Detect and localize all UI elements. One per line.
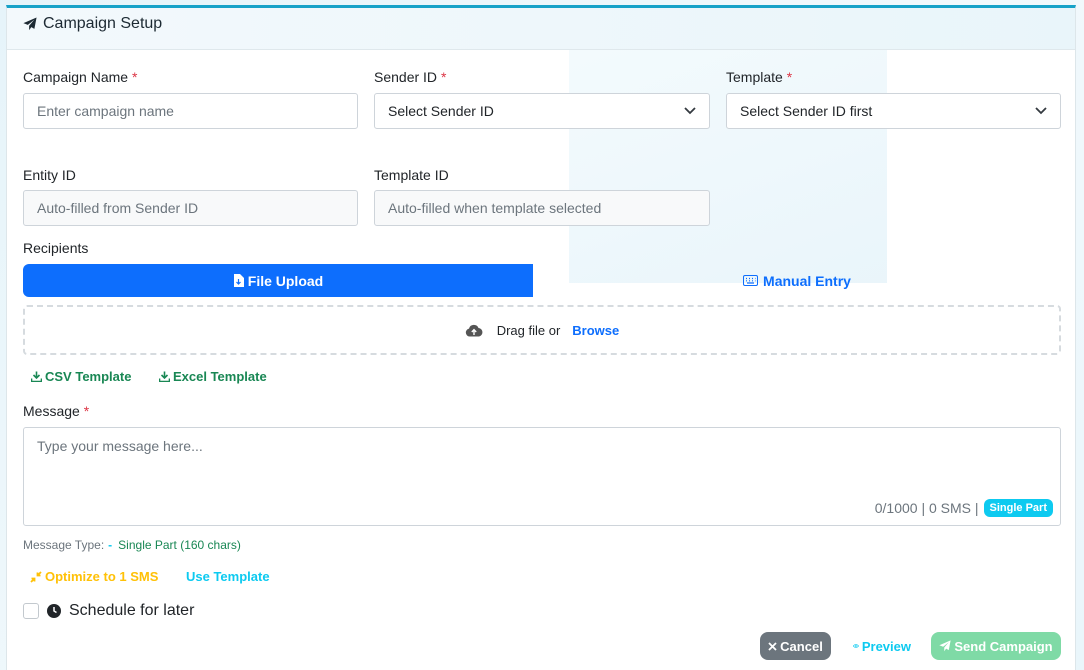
clock-icon bbox=[47, 604, 61, 618]
file-dropzone[interactable]: Drag file or Browse bbox=[23, 305, 1061, 355]
card-header: Campaign Setup bbox=[7, 8, 1075, 50]
template-id-field: Auto-filled when template selected bbox=[374, 190, 710, 226]
sender-id-select[interactable]: Select Sender ID bbox=[374, 93, 710, 129]
tab-file-upload-label: File Upload bbox=[247, 272, 324, 289]
excel-template-link[interactable]: Excel Template bbox=[159, 369, 267, 384]
paper-plane-icon bbox=[23, 17, 37, 31]
campaign-name-input[interactable]: Enter campaign name bbox=[23, 93, 358, 129]
use-template-link[interactable]: Use Template bbox=[186, 569, 270, 584]
optimize-sms-label: Optimize to 1 SMS bbox=[45, 569, 159, 584]
entity-id-placeholder: Auto-filled from Sender ID bbox=[37, 200, 199, 216]
required-marker: * bbox=[131, 69, 138, 85]
message-label-text: Message bbox=[23, 403, 80, 419]
sender-id-label: Sender ID * bbox=[374, 69, 446, 85]
required-marker: * bbox=[786, 69, 793, 85]
message-type-value: Single Part (160 chars) bbox=[118, 538, 241, 552]
message-label: Message * bbox=[23, 403, 89, 419]
compress-arrows-icon bbox=[30, 570, 42, 583]
tab-manual-entry-label: Manual Entry bbox=[763, 272, 851, 289]
chevron-down-icon bbox=[684, 107, 696, 115]
csv-template-link[interactable]: CSV Template bbox=[31, 369, 131, 384]
template-label: Template * bbox=[726, 69, 792, 85]
message-type-dash: - bbox=[108, 538, 113, 552]
required-marker: * bbox=[440, 69, 447, 85]
preview-button[interactable]: Preview bbox=[845, 632, 919, 660]
page-title: Campaign Setup bbox=[23, 15, 162, 33]
schedule-checkbox[interactable] bbox=[23, 603, 39, 619]
download-icon bbox=[31, 371, 42, 382]
close-icon bbox=[768, 641, 777, 651]
chevron-down-icon bbox=[1035, 107, 1047, 115]
schedule-label-text: Schedule for later bbox=[69, 602, 195, 619]
tab-file-upload[interactable]: File Upload bbox=[23, 264, 533, 297]
campaign-name-label: Campaign Name * bbox=[23, 69, 137, 85]
message-type-line: Message Type: - Single Part (160 chars) bbox=[23, 538, 241, 552]
excel-template-label: Excel Template bbox=[173, 369, 267, 384]
required-marker: * bbox=[83, 403, 90, 419]
message-part-badge: Single Part bbox=[983, 499, 1053, 517]
keyboard-icon bbox=[743, 275, 759, 286]
schedule-label: Schedule for later bbox=[47, 602, 194, 620]
template-id-placeholder: Auto-filled when template selected bbox=[388, 200, 602, 216]
template-select[interactable]: Select Sender ID first bbox=[726, 93, 1061, 129]
recipients-label: Recipients bbox=[23, 240, 89, 256]
eye-icon bbox=[853, 644, 859, 648]
message-type-label: Message Type: bbox=[23, 538, 105, 552]
message-counter: 0/1000 | 0 SMS | Single Part bbox=[875, 499, 1053, 517]
dropzone-text: Drag file or bbox=[496, 322, 561, 338]
char-sms-count: 0/1000 | 0 SMS | bbox=[874, 500, 979, 516]
message-textarea[interactable]: Type your message here... 0/1000 | 0 SMS… bbox=[23, 427, 1061, 526]
page-title-text: Campaign Setup bbox=[43, 15, 163, 32]
sender-id-label-text: Sender ID bbox=[374, 69, 438, 85]
download-icon bbox=[159, 371, 170, 382]
entity-id-field: Auto-filled from Sender ID bbox=[23, 190, 358, 226]
template-value: Select Sender ID first bbox=[740, 103, 873, 119]
send-campaign-label: Send Campaign bbox=[954, 638, 1053, 654]
preview-label: Preview bbox=[861, 638, 911, 654]
template-label-text: Template bbox=[726, 69, 783, 85]
file-icon bbox=[233, 274, 244, 287]
campaign-name-label-text: Campaign Name bbox=[23, 69, 129, 85]
message-placeholder: Type your message here... bbox=[37, 438, 203, 454]
cancel-button[interactable]: Cancel bbox=[760, 632, 831, 660]
template-id-label: Template ID bbox=[374, 167, 449, 183]
csv-template-label: CSV Template bbox=[45, 369, 132, 384]
entity-id-label: Entity ID bbox=[23, 167, 76, 183]
send-campaign-button[interactable]: Send Campaign bbox=[931, 632, 1061, 660]
cancel-label: Cancel bbox=[780, 638, 823, 654]
optimize-sms-link[interactable]: Optimize to 1 SMS bbox=[30, 569, 158, 584]
campaign-name-placeholder: Enter campaign name bbox=[37, 103, 174, 119]
paper-plane-icon bbox=[939, 640, 951, 652]
cloud-upload-icon bbox=[465, 324, 483, 336]
browse-link[interactable]: Browse bbox=[572, 323, 619, 338]
sender-id-value: Select Sender ID bbox=[388, 103, 494, 119]
campaign-setup-card: Campaign Setup Campaign Name * Sender ID… bbox=[6, 5, 1076, 670]
tab-manual-entry[interactable]: Manual Entry bbox=[533, 264, 1061, 297]
